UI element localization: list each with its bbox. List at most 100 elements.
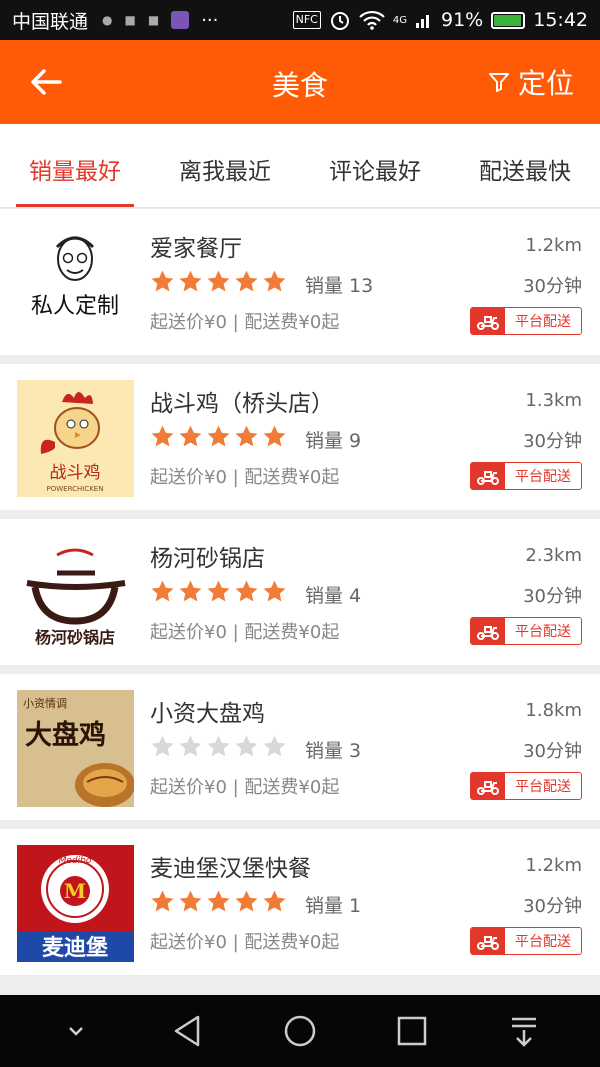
wifi-icon bbox=[359, 10, 385, 30]
scooter-icon bbox=[471, 618, 505, 644]
medibo-logo: Medibo M 麦迪堡 bbox=[17, 845, 134, 962]
network-type: 4G bbox=[392, 14, 407, 26]
logo-text: 杨河砂锅店 bbox=[35, 628, 115, 647]
notification-icon: ■ bbox=[147, 13, 160, 27]
sales-count: 销量 9 bbox=[305, 430, 362, 452]
more-notifications-icon: ··· bbox=[201, 9, 219, 31]
star-rating bbox=[150, 889, 287, 914]
star-icon bbox=[151, 735, 174, 757]
notification-icon: ● bbox=[102, 13, 113, 27]
logo-text: 战斗鸡 bbox=[50, 463, 101, 483]
platform-delivery-badge: 平台配送 bbox=[470, 617, 582, 645]
sales-count: 销量 3 bbox=[305, 740, 362, 762]
dapanji-logo: 小资情调 大盘鸡 bbox=[17, 690, 134, 807]
restaurant-item[interactable]: Medibo M 麦迪堡 麦迪堡汉堡快餐 销量 1 起送价¥0 | 配送费¥0起… bbox=[0, 829, 600, 975]
sales-count: 销量 4 bbox=[305, 585, 362, 607]
logo-subtext: POWERCHICKEN bbox=[47, 485, 104, 493]
app-header: 美食 定位 bbox=[0, 40, 600, 124]
star-icon bbox=[235, 425, 258, 447]
star-icon bbox=[151, 425, 174, 447]
notification-icons: ● ■ ■ ··· bbox=[102, 10, 218, 31]
star-rating bbox=[150, 579, 287, 604]
clock: 15:42 bbox=[533, 9, 588, 31]
restaurant-item[interactable]: 战斗鸡 POWERCHICKEN 战斗鸡（桥头店） 销量 9 起送价¥0 | 配… bbox=[0, 364, 600, 510]
system-nav-bar bbox=[0, 995, 600, 1067]
filter-icon bbox=[488, 73, 509, 92]
logo-letter: M bbox=[64, 879, 86, 903]
scooter-icon bbox=[471, 773, 505, 799]
locate-label: 定位 bbox=[517, 67, 574, 100]
star-icon bbox=[151, 580, 174, 602]
star-rating bbox=[150, 734, 287, 759]
battery-percent: 91% bbox=[441, 9, 484, 31]
clay-pot-logo: 杨河砂锅店 bbox=[17, 535, 134, 652]
nav-recents-icon[interactable] bbox=[392, 1011, 432, 1051]
star-icon bbox=[235, 580, 258, 602]
rooster-logo: 战斗鸡 POWERCHICKEN bbox=[17, 380, 134, 497]
sales-count: 销量 1 bbox=[305, 895, 362, 917]
status-bar: 中国联通 ● ■ ■ ··· NFC 4G 91% 15:42 bbox=[0, 0, 600, 40]
logo-text: 大盘鸡 bbox=[25, 719, 106, 751]
logo-brand-text: Medibo bbox=[59, 856, 92, 866]
restaurant-item[interactable]: 私人定制 爱家餐厅 销量 13 起送价¥0 | 配送费¥0起 1.2km 30分… bbox=[0, 209, 600, 355]
star-rating bbox=[150, 424, 287, 449]
locate-button[interactable]: 定位 bbox=[488, 62, 574, 102]
sort-tabs: 销量最好 离我最近 评论最好 配送最快 bbox=[0, 124, 600, 208]
tab-best-reviews[interactable]: 评论最好 bbox=[300, 124, 450, 207]
platform-delivery-badge: 平台配送 bbox=[470, 462, 582, 490]
logo-text: 私人定制 bbox=[31, 294, 119, 319]
star-icon bbox=[179, 425, 202, 447]
star-icon bbox=[207, 425, 230, 447]
star-icon bbox=[263, 890, 286, 912]
restaurant-name: 战斗鸡（桥头店） bbox=[150, 391, 334, 417]
star-icon bbox=[179, 580, 202, 602]
distance: 1.2km bbox=[525, 235, 582, 256]
platform-delivery-badge: 平台配送 bbox=[470, 927, 582, 955]
notification-icon: ■ bbox=[124, 13, 136, 27]
star-icon bbox=[207, 890, 230, 912]
carrier-label: 中国联通 bbox=[12, 10, 89, 33]
badge-label: 平台配送 bbox=[515, 934, 571, 950]
nav-home-icon[interactable] bbox=[280, 1011, 320, 1051]
badge-label: 平台配送 bbox=[515, 469, 571, 485]
tab-best-sales[interactable]: 销量最好 bbox=[0, 124, 150, 207]
logo-top-text: 小资情调 bbox=[23, 697, 67, 710]
delivery-time: 30分钟 bbox=[523, 276, 582, 297]
fee-info: 起送价¥0 | 配送费¥0起 bbox=[150, 312, 340, 333]
star-icon bbox=[263, 270, 286, 292]
tab-nearest[interactable]: 离我最近 bbox=[150, 124, 300, 207]
star-icon bbox=[179, 270, 202, 292]
star-icon bbox=[179, 890, 202, 912]
chevron-down-icon[interactable] bbox=[56, 1011, 96, 1051]
restaurant-item[interactable]: 小资情调 大盘鸡 小资大盘鸡 销量 3 起送价¥0 | 配送费¥0起 1.8km… bbox=[0, 674, 600, 820]
fee-info: 起送价¥0 | 配送费¥0起 bbox=[150, 777, 340, 798]
star-icon bbox=[235, 890, 258, 912]
fee-info: 起送价¥0 | 配送费¥0起 bbox=[150, 467, 340, 488]
distance: 2.3km bbox=[525, 545, 582, 566]
star-icon bbox=[235, 270, 258, 292]
scooter-icon bbox=[471, 308, 505, 334]
star-icon bbox=[235, 735, 258, 757]
sales-count: 销量 13 bbox=[305, 275, 374, 297]
star-icon bbox=[207, 270, 230, 292]
star-icon bbox=[263, 425, 286, 447]
restaurant-name: 杨河砂锅店 bbox=[150, 546, 265, 572]
notification-pull-icon[interactable] bbox=[504, 1011, 544, 1051]
restaurant-list: 私人定制 爱家餐厅 销量 13 起送价¥0 | 配送费¥0起 1.2km 30分… bbox=[0, 209, 600, 984]
star-icon bbox=[207, 580, 230, 602]
badge-label: 平台配送 bbox=[515, 624, 571, 640]
tab-fastest-delivery[interactable]: 配送最快 bbox=[450, 124, 600, 207]
platform-delivery-badge: 平台配送 bbox=[470, 307, 582, 335]
scooter-icon bbox=[471, 928, 505, 954]
star-icon bbox=[151, 890, 174, 912]
app-notification-icon bbox=[171, 11, 190, 29]
star-icon bbox=[263, 735, 286, 757]
distance: 1.3km bbox=[525, 390, 582, 411]
restaurant-item[interactable]: 杨河砂锅店 杨河砂锅店 销量 4 起送价¥0 | 配送费¥0起 2.3km 30… bbox=[0, 519, 600, 665]
delivery-time: 30分钟 bbox=[523, 896, 582, 917]
alarm-icon bbox=[330, 12, 349, 30]
distance: 1.2km bbox=[525, 855, 582, 876]
nav-back-icon[interactable] bbox=[168, 1011, 208, 1051]
restaurant-name: 爱家餐厅 bbox=[150, 236, 242, 262]
star-icon bbox=[179, 735, 202, 757]
